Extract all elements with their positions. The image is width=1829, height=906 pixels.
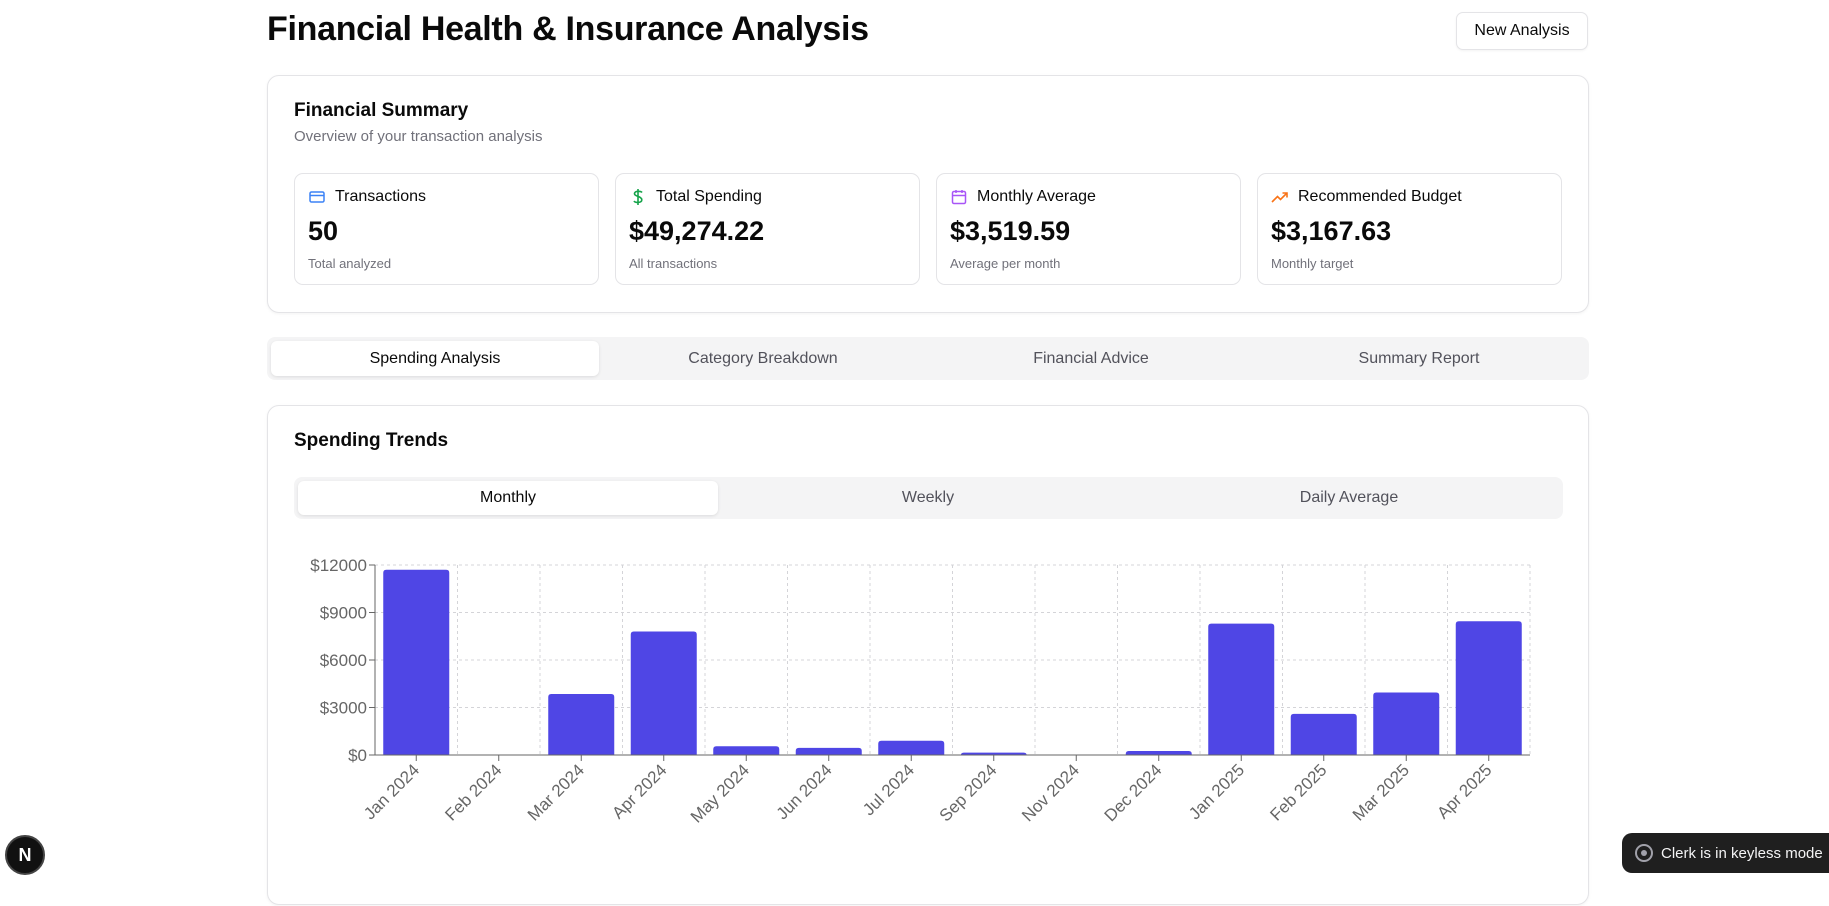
x-tick-label: Jun 2024 bbox=[773, 760, 836, 823]
stat-label: Recommended Budget bbox=[1298, 188, 1462, 205]
stat-subtext: All transactions bbox=[629, 256, 718, 271]
x-tick-label: Mar 2025 bbox=[1349, 760, 1413, 824]
spending-trends-card: Spending Trends Monthly Weekly Daily Ave… bbox=[267, 405, 1589, 905]
stat-card-recommended-budget: Recommended Budget $3,167.63 Monthly tar… bbox=[1257, 173, 1562, 285]
chart-bar bbox=[1455, 621, 1522, 755]
chart-bar bbox=[795, 747, 862, 755]
x-tick-label: Jan 2025 bbox=[1185, 760, 1248, 823]
summary-title: Financial Summary bbox=[294, 100, 469, 121]
y-tick-label: $12000 bbox=[310, 556, 367, 575]
stat-card-transactions: Transactions 50 Total analyzed bbox=[294, 173, 599, 285]
main-tabs: Spending Analysis Category Breakdown Fin… bbox=[267, 337, 1589, 380]
tab-financial-advice[interactable]: Financial Advice bbox=[927, 341, 1255, 376]
chart-bar bbox=[1373, 692, 1440, 755]
x-tick-label: May 2024 bbox=[687, 760, 753, 826]
stat-subtext: Monthly target bbox=[1271, 256, 1354, 271]
financial-summary-card: Financial Summary Overview of your trans… bbox=[267, 75, 1589, 313]
tab-category-breakdown[interactable]: Category Breakdown bbox=[599, 341, 927, 376]
next-dev-badge[interactable]: N bbox=[5, 835, 45, 875]
trending-up-icon bbox=[1271, 188, 1289, 206]
chart-bar bbox=[713, 746, 780, 755]
x-tick-label: Mar 2024 bbox=[524, 760, 588, 824]
calendar-icon bbox=[950, 188, 968, 206]
stat-label: Monthly Average bbox=[977, 188, 1096, 205]
chart-bar bbox=[548, 694, 615, 755]
summary-description: Overview of your transaction analysis bbox=[294, 128, 543, 145]
stat-label: Transactions bbox=[335, 188, 426, 205]
chart-bar bbox=[1290, 713, 1357, 755]
chart-bar bbox=[878, 740, 945, 755]
stat-value: $3,519.59 bbox=[950, 216, 1071, 246]
stat-value: 50 bbox=[308, 216, 339, 246]
stat-subtext: Average per month bbox=[950, 256, 1061, 271]
x-tick-label: Sep 2024 bbox=[936, 760, 1001, 825]
x-tick-label: Jul 2024 bbox=[859, 760, 918, 819]
x-tick-label: Feb 2025 bbox=[1266, 760, 1330, 824]
y-tick-label: $3000 bbox=[320, 699, 367, 718]
new-analysis-button[interactable]: New Analysis bbox=[1456, 12, 1588, 50]
chart-bar bbox=[383, 569, 450, 755]
spending-trends-chart: $0 $3000 $6000 $9000 $12000 Jan 2024 Feb 2024 M… bbox=[310, 556, 1531, 827]
x-tick-label: Dec 2024 bbox=[1101, 760, 1166, 825]
stat-label: Total Spending bbox=[656, 188, 762, 205]
chart-bar bbox=[630, 631, 697, 755]
clerk-icon bbox=[1635, 844, 1653, 862]
stat-value: $3,167.63 bbox=[1271, 216, 1392, 246]
chart-bar bbox=[1208, 623, 1275, 755]
x-tick-label: Jan 2024 bbox=[360, 760, 423, 823]
tab-spending-analysis[interactable]: Spending Analysis bbox=[271, 341, 599, 376]
credit-card-icon bbox=[308, 188, 326, 206]
stat-card-total-spending: Total Spending $49,274.22 All transactio… bbox=[615, 173, 920, 285]
stat-value: $49,274.22 bbox=[629, 216, 765, 246]
x-tick-label: Apr 2025 bbox=[1433, 760, 1495, 822]
y-tick-label: $0 bbox=[348, 746, 367, 765]
dollar-sign-icon bbox=[629, 188, 647, 206]
stat-card-monthly-average: Monthly Average $3,519.59 Average per mo… bbox=[936, 173, 1241, 285]
clerk-keyless-toast[interactable]: Clerk is in keyless mode bbox=[1622, 833, 1829, 873]
stat-subtext: Total analyzed bbox=[308, 256, 392, 271]
tab-summary-report[interactable]: Summary Report bbox=[1255, 341, 1583, 376]
x-tick-label: Nov 2024 bbox=[1018, 760, 1083, 825]
y-tick-label: $6000 bbox=[320, 651, 367, 670]
y-tick-label: $9000 bbox=[320, 604, 367, 623]
chart-bar bbox=[1125, 751, 1192, 755]
page-title: Financial Health & Insurance Analysis bbox=[267, 10, 869, 48]
clerk-toast-text: Clerk is in keyless mode bbox=[1661, 844, 1823, 862]
x-tick-label: Feb 2024 bbox=[441, 760, 505, 824]
x-tick-label: Apr 2024 bbox=[608, 760, 670, 822]
